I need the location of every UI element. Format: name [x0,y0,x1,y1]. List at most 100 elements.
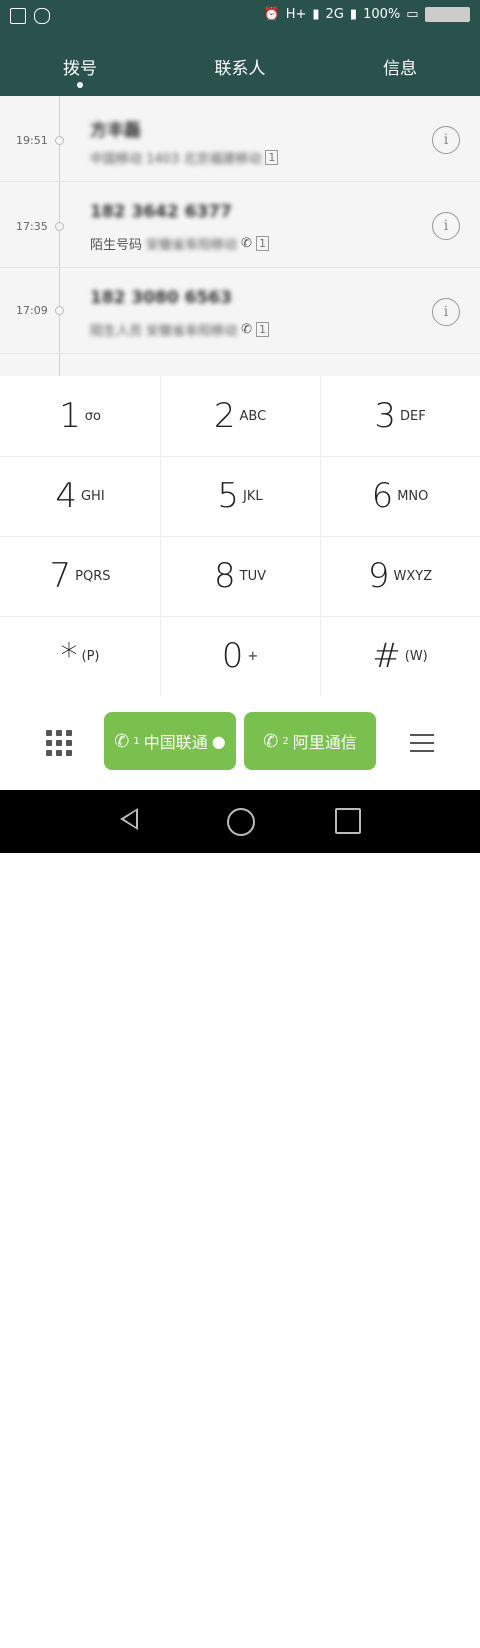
caller-name: 方丰磊 [90,121,141,141]
call-info-button[interactable]: i [432,298,460,326]
navigation-bar: Bai du 经验 jingyan.baidu.com [0,790,480,1648]
call-sim2-button[interactable]: ✆ 2 阿里通信 [244,712,376,770]
phone-icon: ✆ [263,730,279,752]
key-6[interactable]: 6 MNO [320,456,480,536]
recents-icon[interactable] [335,808,361,834]
key-3[interactable]: 3 DEF [320,376,480,456]
timeline-dot [55,136,64,145]
sim-badge: 1 [256,322,270,337]
key-digit: 3 [374,396,396,436]
key-letters: JKL [243,488,263,504]
menu-icon[interactable] [410,734,434,752]
battery-icon: ▭ [406,7,419,22]
tab-bar: 拨号 联系人 信息 [0,34,480,96]
key-7[interactable]: 7 PQRS [0,536,160,616]
call-detail: 陌生人员 安徽省阜阳移动 [90,324,238,339]
home-icon[interactable] [227,808,255,836]
active-tab-indicator [77,82,83,88]
phone-icon: ✆ [114,730,130,752]
key-digit: * [60,636,78,676]
call-time: 17:35 [16,220,48,233]
call-info-button[interactable]: i [432,212,460,240]
key-digit: # [372,636,401,676]
key-letters: PQRS [75,568,111,584]
sim-badge: 1 [255,236,269,251]
key-letters: (P) [81,648,100,664]
call-info-button[interactable]: i [432,126,460,154]
dialpad-toggle-icon[interactable] [46,730,72,756]
key-9[interactable]: 9 WXYZ [320,536,480,616]
carrier-label: 中国联通 [143,733,208,752]
key-digit: 5 [217,476,240,516]
key-letters: (W) [404,648,428,664]
tab-messages[interactable]: 信息 [320,34,480,96]
key-0[interactable]: 0 + [160,616,320,696]
key-letters: ABC [239,408,267,424]
key-1[interactable]: 1 σο [0,376,160,456]
watermark-brand: Bai du 经验 [352,1616,442,1634]
sim-number: 2 [282,735,289,747]
key-digit: 9 [367,556,390,596]
key-letters: MNO [397,488,429,504]
key-letters: WXYZ [393,568,433,584]
key-star[interactable]: * (P) [0,616,160,696]
call-sim1-button[interactable]: ✆ 1 中国联通 ● [104,712,236,770]
phone-icon: ✆ [241,236,252,251]
call-time: 17:09 [16,304,48,317]
back-icon-inner [124,811,136,827]
call-detail: 安徽省阜阳移动 [146,238,238,253]
key-8[interactable]: 8 TUV [160,536,320,616]
watermark: Bai du 经验 jingyan.baidu.com [352,1614,454,1648]
call-time: 19:51 [16,134,48,147]
alarm-icon: ⏰ [263,7,280,22]
tab-dialer[interactable]: 拨号 [0,34,160,96]
key-hash[interactable]: # (W) [320,616,480,696]
divider [320,376,321,696]
tab-label: 信息 [383,59,417,79]
key-digit: 4 [55,476,77,516]
key-digit: 6 [371,476,394,516]
call-detail-prefix: 陌生号码 [90,238,143,253]
tab-label: 联系人 [214,59,266,79]
signal-icon: ▮ [312,7,320,22]
key-digit: 1 [59,396,81,436]
battery-level: 100% [363,7,401,22]
key-5[interactable]: 5 JKL [160,456,320,536]
timeline-dot [55,222,64,231]
divider [0,536,480,537]
key-digit: 8 [214,556,236,596]
key-letters: TUV [239,568,266,584]
network-type-2: 2G [325,7,344,22]
watermark-url: jingyan.baidu.com [352,1635,454,1648]
carrier-label: 阿里通信 [292,733,357,752]
status-bar: ⏰ H+ ▮ 2G ▮ 100% ▭ 21:07 [0,0,480,34]
call-log-item[interactable]: 17:35 182 3642 6377 陌生号码 安徽省阜阳移动 ✆ 1 i [0,182,480,268]
tab-contacts[interactable]: 联系人 [160,34,320,96]
key-digit: 7 [49,556,72,596]
divider [0,616,480,617]
default-sim-dot: ● [211,731,226,751]
signal-icon: ▮ [349,7,358,22]
key-letters: GHI [80,488,105,504]
key-2[interactable]: 2 ABC [160,376,320,456]
network-type-1: H+ [285,7,307,22]
dialer-action-bar: ✆ 1 中国联通 ● ✆ 2 阿里通信 [0,696,480,790]
call-log: 19:51 方丰磊 中国移动 1403 北京福建移动 1 i 17:35 182… [0,96,480,376]
tab-label: 拨号 [63,59,97,79]
sim-badge: 1 [265,150,279,165]
call-log-item[interactable]: 17:09 182 3080 6563 陌生人员 安徽省阜阳移动 ✆ 1 i [0,268,480,354]
key-digit: 2 [213,396,236,436]
key-4[interactable]: 4 GHI [0,456,160,536]
key-digit: 0 [221,636,244,676]
divider [160,376,161,696]
call-detail: 中国移动 1403 北京福建移动 [90,152,262,167]
divider [0,456,480,457]
key-letters: + [247,648,259,664]
phone-icon: ✆ [241,322,253,337]
timeline-dot [55,306,64,315]
clock: 21:07 [424,7,470,22]
key-letters: DEF [399,408,426,424]
sim-number: 1 [133,735,140,747]
call-log-item[interactable]: 19:51 方丰磊 中国移动 1403 北京福建移动 1 i [0,96,480,182]
gallery-icon [10,8,26,24]
